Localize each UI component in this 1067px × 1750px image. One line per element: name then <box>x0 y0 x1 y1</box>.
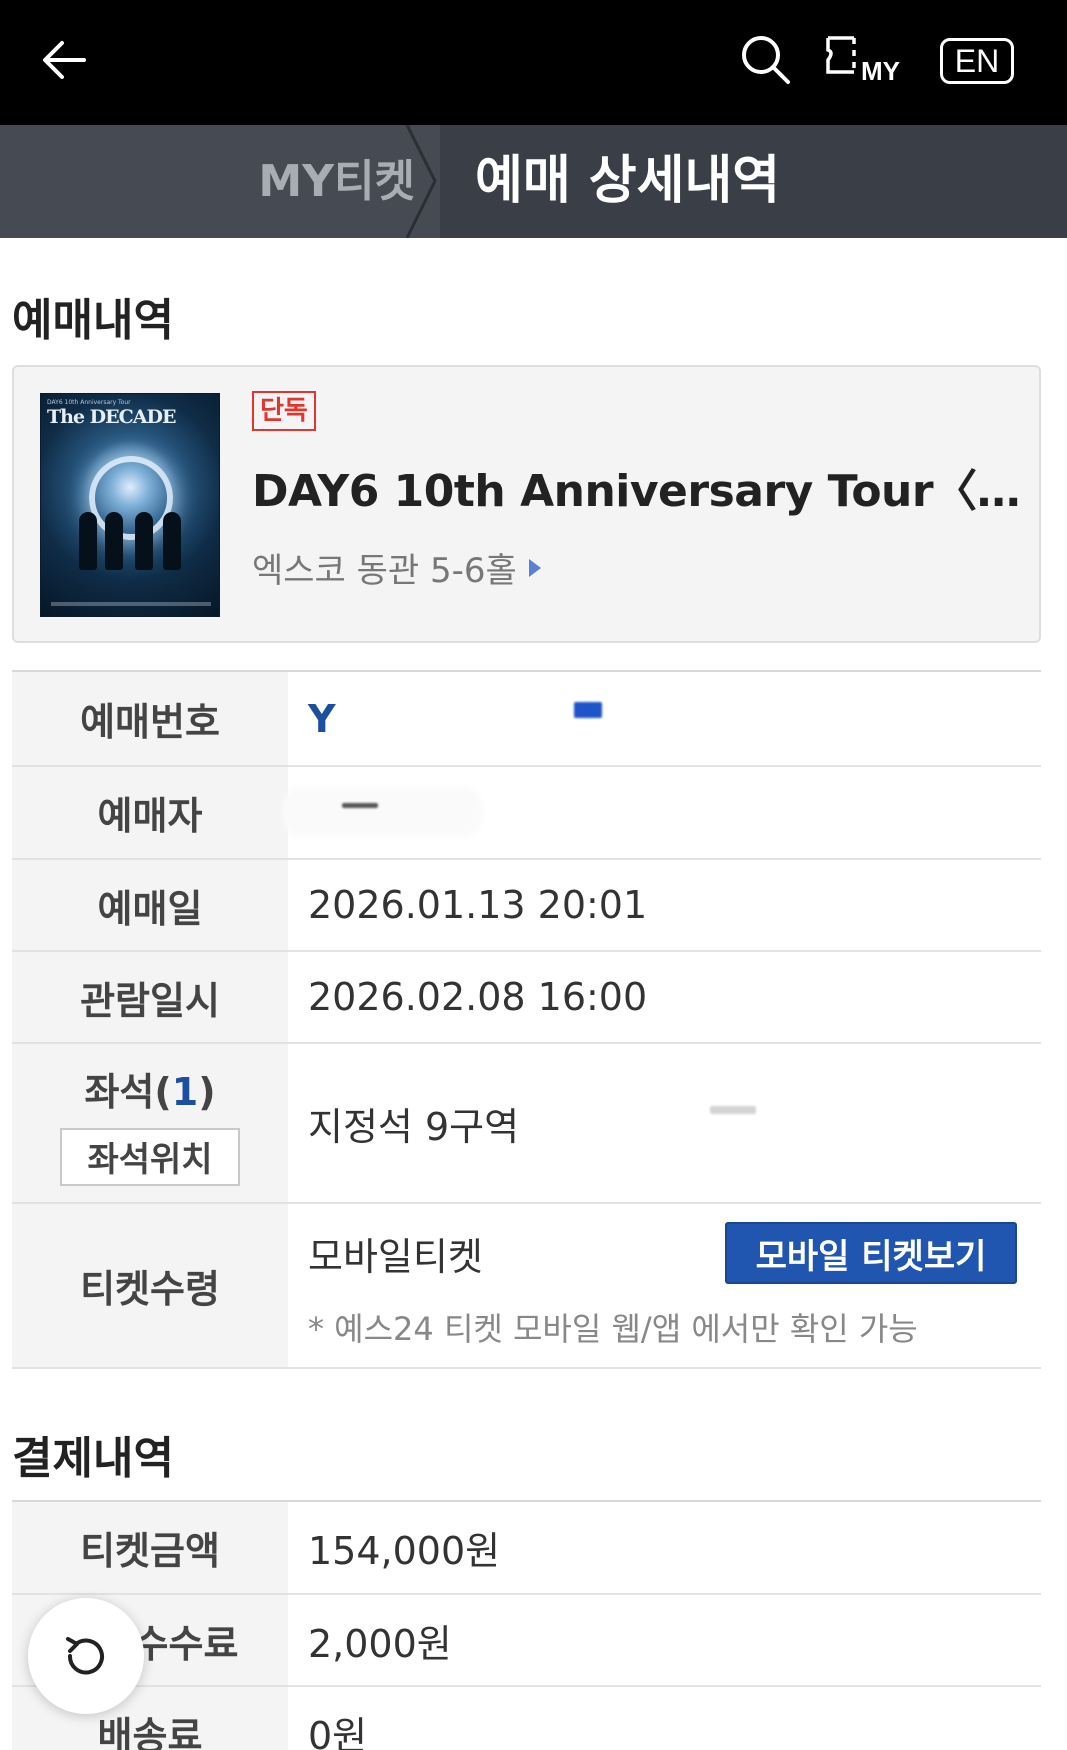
table-header-cell: 예매자 <box>12 767 288 858</box>
table-value-cell: 0원 <box>308 1687 1041 1750</box>
table-row: 좌석(1) 좌석위치 지정석 9구역 <box>12 1044 1041 1204</box>
poster-ring <box>89 456 173 540</box>
event-venue-link[interactable]: 엑스코 동관 5-6홀 <box>252 543 541 592</box>
venue-label: 엑스코 동관 5-6홀 <box>252 551 517 591</box>
top-app-bar: MY EN <box>0 0 1067 125</box>
redaction-mark <box>342 803 378 808</box>
booking-number-label: 예매번호 <box>80 700 220 744</box>
refresh-icon <box>66 1637 104 1675</box>
table-header-cell: 티켓금액 <box>12 1502 288 1593</box>
viewing-date-value: 2026.02.08 16:00 <box>308 975 648 1019</box>
booking-number-value: Y <box>308 696 336 741</box>
seat-value: 지정석 9구역 <box>308 1104 520 1149</box>
event-card[interactable]: DAY6 10th Anniversary Tour The DECADE 단독… <box>12 365 1041 643</box>
poster-figure <box>135 512 153 570</box>
table-row: 2026.02.08 16:00관람일시 2026.02.08 16:00 <box>12 952 1041 1044</box>
poster-figure <box>79 512 97 570</box>
ticket-receipt-value: 모바일티켓 <box>308 1235 483 1279</box>
poster-figure <box>105 512 123 570</box>
poster-footer <box>51 602 211 606</box>
exclusive-badge: 단독 <box>252 391 316 431</box>
back-arrow-icon[interactable] <box>36 30 96 90</box>
table-row: 예매번호 Y <box>12 672 1041 767</box>
ticket-receipt-label: 티켓수령 <box>80 1267 220 1311</box>
booking-date-value: 2026.01.13 20:01 <box>308 883 648 927</box>
redaction-mark <box>574 702 602 718</box>
table-row: 티켓금액 154,000원 <box>12 1502 1041 1595</box>
view-mobile-ticket-button[interactable]: 모바일 티켓보기 <box>725 1222 1017 1284</box>
breadcrumb-item-my-ticket[interactable]: MY티켓 <box>258 125 415 238</box>
redaction-mask <box>342 694 702 742</box>
booking-info-table: 예매번호 Y 예매자 예매일 2026.01.13 20:01 2026.02.… <box>12 670 1041 1369</box>
seat-label: 좌석(1) <box>84 1061 215 1116</box>
payment-section-title: 결제내역 <box>12 1433 174 1484</box>
poster-title: The DECADE <box>47 406 176 428</box>
seat-label-close: ) <box>198 1069 216 1114</box>
venue-arrow-icon <box>528 558 541 577</box>
table-row: 티켓수령 모바일티켓 모바일 티켓보기 * 예스24 티켓 모바일 웹/앱 에서… <box>12 1204 1041 1369</box>
table-row: 예매일 2026.01.13 20:01 <box>12 860 1041 952</box>
delivery-fee-label: 배송료 <box>97 1713 203 1750</box>
refresh-button[interactable] <box>28 1598 144 1714</box>
redaction-mask <box>282 787 482 837</box>
my-ticket-icon[interactable]: MY <box>824 34 914 86</box>
ticket-amount-value: 154,000원 <box>308 1529 501 1573</box>
table-row: 배송료 0원 <box>12 1687 1041 1750</box>
table-value-cell: 2026.01.13 20:01 <box>308 860 1041 950</box>
ticket-amount-label: 티켓금액 <box>80 1529 220 1573</box>
fee-label: 수수료 <box>133 1621 239 1666</box>
table-header-cell: 예매번호 <box>12 672 288 765</box>
seat-count: 1 <box>171 1069 199 1114</box>
page-title: 예매 상세내역 <box>475 151 781 211</box>
booking-section-title: 예매내역 <box>12 295 174 346</box>
mobile-ticket-note: * 예스24 티켓 모바일 웹/앱 에서만 확인 가능 <box>308 1310 918 1348</box>
table-row: 예매자 <box>12 767 1041 860</box>
payment-info-table: 티켓금액 154,000원 수수료 2,000원 배송료 0원 <box>12 1500 1041 1750</box>
table-value-cell: 2026.02.08 16:00 <box>308 952 1041 1042</box>
table-value-cell: 2,000원 <box>308 1595 1041 1685</box>
breadcrumb: MY티켓 예매 상세내역 <box>0 125 1067 238</box>
language-toggle-button[interactable]: EN <box>940 38 1014 84</box>
table-value-cell: 154,000원 <box>308 1502 1041 1593</box>
seat-location-button[interactable]: 좌석위치 <box>60 1127 240 1186</box>
fee-value: 2,000원 <box>308 1621 452 1666</box>
svg-text:MY: MY <box>861 56 900 86</box>
viewing-date-label: 관람일시 <box>80 978 220 1023</box>
poster-subtitle: DAY6 10th Anniversary Tour <box>47 399 131 406</box>
redaction-mask <box>537 1094 777 1154</box>
table-header-cell: 티켓수령 <box>12 1204 288 1367</box>
booking-date-label: 예매일 <box>97 886 203 931</box>
booker-label: 예매자 <box>97 794 203 838</box>
poster-figure <box>163 512 181 570</box>
delivery-fee-value: 0원 <box>308 1713 368 1750</box>
table-header-cell: 예매일 <box>12 860 288 950</box>
seat-label-text: 좌석( <box>84 1069 172 1114</box>
event-title[interactable]: DAY6 10th Anniversary Tour〈The DECADE〉 <box>252 455 1022 519</box>
table-header-cell: 2026.02.08 16:00관람일시 <box>12 952 288 1042</box>
redaction-mark <box>710 1106 756 1114</box>
search-icon[interactable] <box>736 30 796 90</box>
table-row: 수수료 2,000원 <box>12 1595 1041 1687</box>
table-header-cell: 좌석(1) 좌석위치 <box>12 1044 288 1202</box>
event-poster-image: DAY6 10th Anniversary Tour The DECADE <box>40 393 220 617</box>
